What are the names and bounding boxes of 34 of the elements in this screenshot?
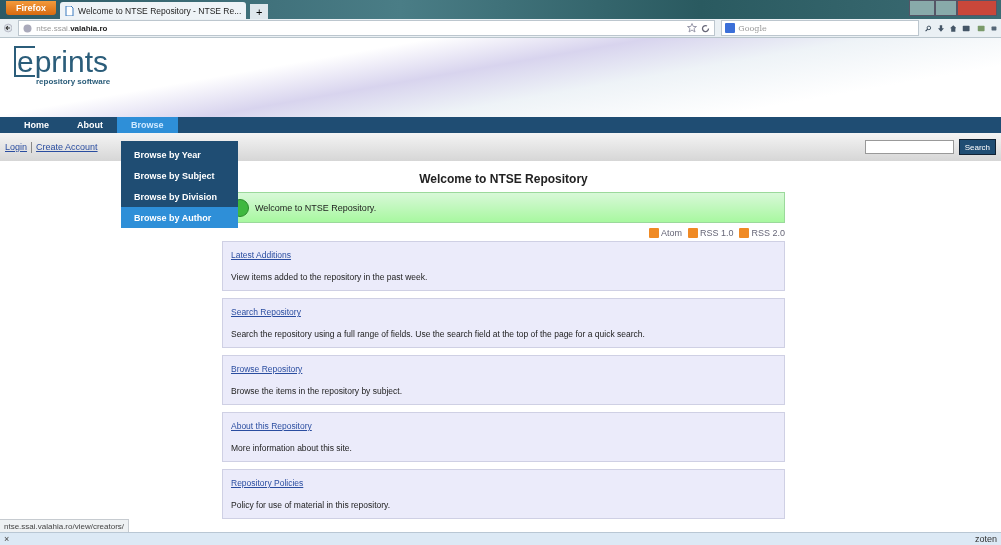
card-text: Search the repository using a full range of fields. Use the search field at the top of the page for a quick search. — [231, 329, 646, 339]
message-text: Welcome to NTSE Repository. — [255, 202, 377, 213]
menu-item[interactable]: About — [63, 117, 117, 133]
dropdown-item[interactable]: Browse by Subject — [121, 165, 238, 186]
new-tab-button[interactable]: + — [250, 4, 269, 19]
search-box[interactable]: Google — [721, 20, 920, 36]
card-link[interactable]: Repository Policies — [231, 478, 776, 488]
browser-tab[interactable]: Welcome to NTSE Repository - NTSE Re... — [60, 2, 247, 19]
feed-link[interactable]: RSS 1.0 — [687, 228, 734, 238]
card-link[interactable]: About this Repository — [231, 421, 776, 431]
url-text: ntse.ssai.valahia.ro — [36, 23, 108, 33]
card-text: Policy for use of material in this repository. — [231, 500, 392, 510]
search-button[interactable]: Search — [958, 139, 996, 155]
logo-word: prints — [34, 46, 109, 77]
dropdown-item[interactable]: Browse by Year — [121, 144, 238, 165]
card-link[interactable]: Browse Repository — [231, 364, 776, 374]
card-link[interactable]: Latest Additions — [231, 250, 776, 260]
feed-link[interactable]: Atom — [648, 228, 682, 238]
card-text: Browse the items in the repository by subject. — [231, 386, 404, 396]
dropdown-item[interactable]: Browse by Division — [121, 186, 238, 207]
address-bar[interactable]: ntse.ssai.valahia.ro — [18, 20, 716, 36]
card-link[interactable]: Search Repository — [231, 307, 776, 317]
account-link[interactable]: Login — [5, 142, 28, 152]
zotero-label[interactable]: zoten — [974, 534, 997, 544]
logo-tagline: repository software — [36, 77, 111, 86]
card-text: View items added to the repository in the past week. — [231, 272, 429, 282]
close-button[interactable]: × — [4, 534, 10, 544]
logo-mark: e — [14, 46, 35, 77]
feed-link[interactable]: RSS 2.0 — [739, 228, 785, 238]
page-title: Welcome to NTSE Repository — [418, 172, 589, 186]
eprints-logo[interactable]: eprints repository software — [14, 46, 111, 86]
card-text: More information about this site. — [231, 443, 353, 453]
account-link[interactable]: Create Account — [36, 142, 98, 152]
menu-item[interactable]: Home — [10, 117, 63, 133]
